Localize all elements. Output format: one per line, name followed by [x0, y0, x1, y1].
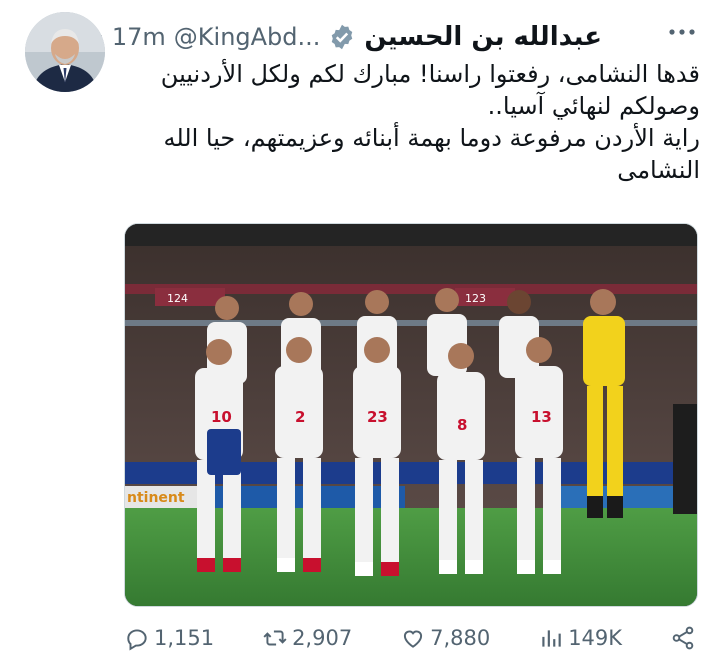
tweet-timestamp[interactable]: · 17m — [97, 23, 166, 51]
player-number: 8 — [457, 416, 467, 434]
reply-icon — [127, 629, 147, 651]
tweet-action-bar: 1,151 2,907 7,880 149K — [124, 620, 696, 656]
player-number: 23 — [367, 408, 388, 426]
author-display-name[interactable]: عبدالله بن الحسين — [364, 22, 602, 52]
views-count: 149K — [568, 626, 623, 650]
verified-badge-icon — [332, 24, 353, 50]
reply-button[interactable]: 1,151 — [124, 625, 214, 651]
reply-count: 1,151 — [154, 626, 215, 650]
share-button[interactable] — [670, 625, 696, 651]
stand-sign-right: 123 — [465, 292, 486, 305]
share-icon — [672, 626, 694, 650]
repost-icon — [263, 630, 287, 646]
repost-button[interactable]: 2,907 — [262, 625, 352, 651]
tweet-text: قدها النشامى، رفعتوا راسنا! مبارك لكم ول… — [160, 60, 700, 184]
repost-count: 2,907 — [292, 626, 353, 650]
author-avatar[interactable] — [25, 12, 105, 92]
ad-board-text: ntinent — [127, 490, 185, 506]
like-count: 7,880 — [430, 626, 491, 650]
heart-icon — [404, 630, 423, 648]
player-number: 2 — [295, 408, 305, 426]
tweet-photo[interactable]: 124 123 ntinent 10 2 23 8 13 — [124, 223, 698, 607]
views-chart-icon — [542, 630, 561, 647]
stand-sign-left: 124 — [167, 292, 188, 305]
views-button[interactable]: 149K — [538, 625, 622, 651]
player-number: 10 — [211, 408, 232, 426]
player-number: 13 — [531, 408, 552, 426]
tweet-header: · 17m @KingAbd... عبدالله بن الحسين — [97, 18, 602, 56]
like-button[interactable]: 7,880 — [400, 625, 490, 651]
more-options-icon[interactable] — [668, 22, 708, 44]
author-handle[interactable]: @KingAbd... — [174, 23, 321, 51]
